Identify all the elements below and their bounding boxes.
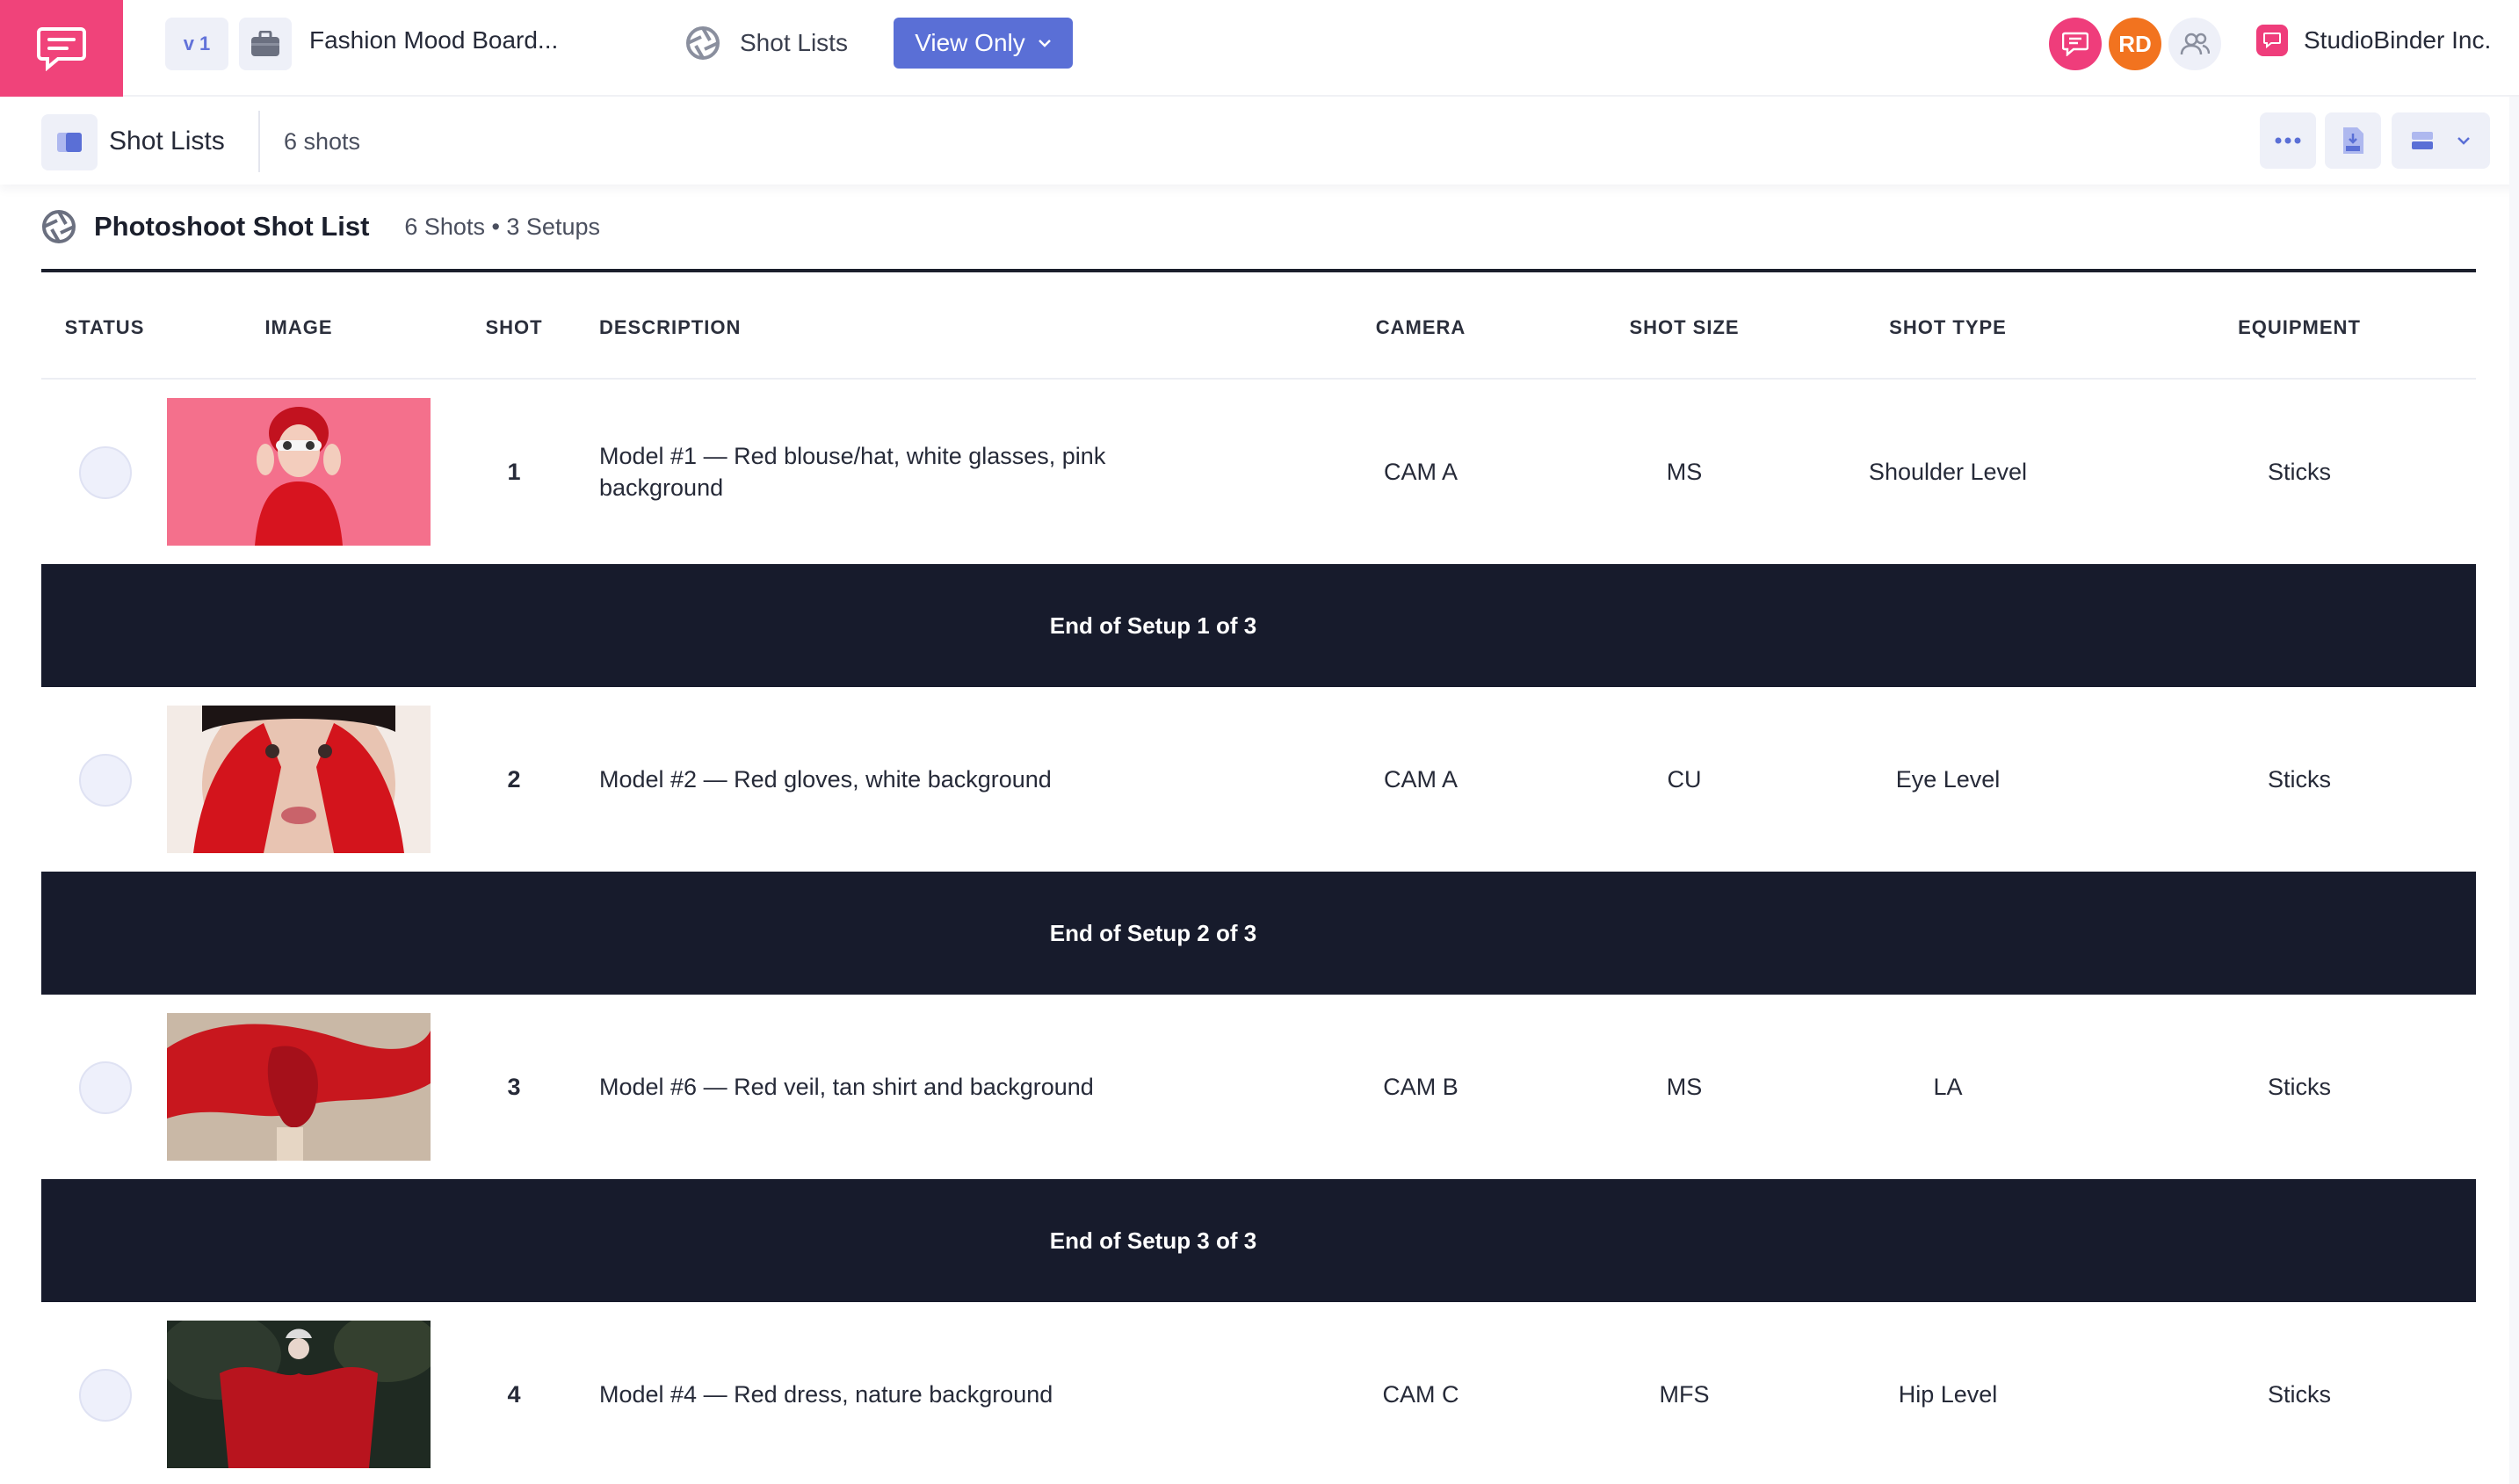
shot-equipment: Sticks [2267,1380,2332,1408]
user-avatar[interactable]: RD [2109,18,2161,70]
column-description[interactable]: DESCRIPTION [599,316,741,339]
pdf-icon [2343,127,2363,154]
project-title[interactable]: Fashion Mood Board... [309,26,558,54]
status-toggle[interactable] [79,754,132,807]
shot-camera: CAM C [1382,1380,1459,1408]
table-row[interactable]: 3 Model #6 — Red veil, tan shirt and bac… [41,995,2476,1179]
table-row[interactable]: 1 Model #1 — Red blouse/hat, white glass… [41,380,2476,564]
setup-label: End of Setup 3 of 3 [1049,1227,1257,1254]
shot-number: 1 [507,458,521,485]
shot-list-title: Photoshoot Shot List [94,211,370,242]
shot-number: 3 [507,1073,521,1100]
setup-label: End of Setup 2 of 3 [1049,919,1257,946]
briefcase-icon[interactable] [239,18,292,70]
shot-type: Shoulder Level [1868,458,2028,485]
aperture-icon [686,26,720,60]
column-status[interactable]: STATUS [65,316,145,339]
layout-toggle-button[interactable] [2392,112,2490,169]
shot-number: 4 [507,1380,521,1408]
tab-label: Shot Lists [740,29,848,56]
setup-divider: End of Setup 2 of 3 [41,872,2476,995]
status-toggle[interactable] [79,1061,132,1114]
sidebar-toggle-icon[interactable] [41,114,98,170]
shot-description: Model #2 — Red gloves, white background [599,766,1052,793]
status-toggle[interactable] [79,1369,132,1422]
column-image[interactable]: IMAGE [264,316,332,339]
divider [258,111,260,172]
chat-icon [2062,32,2088,56]
sub-toolbar: Shot Lists 6 shots [0,98,2519,185]
view-only-dropdown[interactable]: View Only [894,18,1073,69]
chat-logo-icon [37,27,86,71]
shot-type: Eye Level [1895,765,2001,793]
export-pdf-button[interactable] [2325,112,2381,169]
shot-type: Hip Level [1898,1380,1998,1408]
shot-description: Model #1 — Red blouse/hat, white glasses… [599,443,1106,501]
column-shot-type[interactable]: SHOT TYPE [1889,316,2007,339]
shot-equipment: Sticks [2267,765,2332,793]
shot-camera: CAM A [1383,765,1459,793]
shot-size: CU [1667,765,1702,793]
tab-shot-lists[interactable]: Shot Lists [685,21,848,65]
shot-count: 6 shots [284,128,361,155]
shot-description: Model #6 — Red veil, tan shirt and backg… [599,1074,1094,1100]
shot-type: LA [1933,1073,1963,1100]
shot-thumbnail[interactable] [167,706,431,853]
shot-size: MS [1666,1073,1703,1100]
column-shot[interactable]: SHOT [485,316,542,339]
setup-divider: End of Setup 1 of 3 [41,564,2476,687]
shot-camera: CAM A [1383,458,1459,485]
section-title: Shot Lists [109,127,225,156]
setup-divider: End of Setup 3 of 3 [41,1179,2476,1302]
chevron-down-icon [2457,137,2470,145]
shot-size: MS [1666,458,1703,485]
company-name: StudioBinder Inc. [2304,26,2492,54]
status-toggle[interactable] [79,446,132,499]
shot-equipment: Sticks [2267,1073,2332,1100]
users-icon [2180,33,2210,55]
ellipsis-icon [2275,137,2301,144]
view-only-label: View Only [915,29,1025,56]
shot-table: STATUS IMAGE SHOT DESCRIPTION CAMERA SHO… [41,272,2476,1484]
shot-equipment: Sticks [2267,458,2332,485]
shot-thumbnail[interactable] [167,398,431,546]
more-options-button[interactable] [2260,112,2316,169]
shot-thumbnail[interactable] [167,1013,431,1161]
shot-thumbnail[interactable] [167,1321,431,1468]
table-row[interactable]: 4 Model #4 — Red dress, nature backgroun… [41,1302,2476,1484]
collaborators-button[interactable] [2168,18,2221,70]
table-header: STATUS IMAGE SHOT DESCRIPTION CAMERA SHO… [41,272,2476,380]
column-shot-size[interactable]: SHOT SIZE [1629,316,1739,339]
table-row[interactable]: 2 Model #2 — Red gloves, white backgroun… [41,687,2476,872]
setup-label: End of Setup 1 of 3 [1049,612,1257,639]
version-badge[interactable]: v 1 [165,18,228,70]
shot-size: MFS [1659,1380,1710,1408]
shot-number: 2 [507,765,521,793]
aperture-icon [42,210,76,243]
studiobinder-logo[interactable] [0,0,123,97]
top-bar: v 1 Fashion Mood Board... Shot Lists Vie… [0,0,2519,97]
company-switcher[interactable]: StudioBinder Inc. [2256,25,2491,56]
column-equipment[interactable]: EQUIPMENT [2238,316,2361,339]
shot-list-meta: 6 Shots • 3 Setups [404,213,600,240]
shot-description: Model #4 — Red dress, nature background [599,1381,1053,1408]
chevron-down-icon [1038,40,1051,47]
scrollbar[interactable] [2509,97,2519,1484]
company-logo-icon [2256,25,2288,56]
shot-camera: CAM B [1383,1073,1459,1100]
layout-icon [2412,132,2433,149]
shot-list-header: Photoshoot Shot List 6 Shots • 3 Setups [41,209,600,244]
chat-avatar[interactable] [2049,18,2102,70]
column-camera[interactable]: CAMERA [1376,316,1466,339]
